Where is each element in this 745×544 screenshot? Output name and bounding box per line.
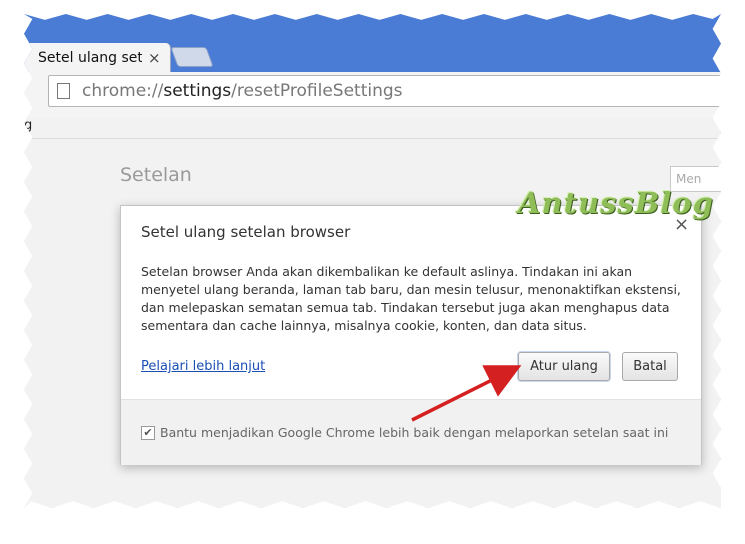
report-settings-checkbox[interactable]: ✔ <box>141 426 155 440</box>
tab-reset-settings[interactable]: Setel ulang setelan × <box>24 43 171 74</box>
url-text: chrome://settings/resetProfileSettings <box>82 81 403 101</box>
tab-close-icon[interactable]: × <box>148 49 161 67</box>
tab-title: Setel ulang setelan <box>38 50 142 66</box>
cancel-button[interactable]: Batal <box>622 352 678 381</box>
page-icon <box>57 83 70 99</box>
watermark-logo: AntussBlog <box>518 186 714 220</box>
url-scheme: chrome:// <box>82 81 164 101</box>
url-host: settings <box>163 81 232 101</box>
reset-settings-dialog: Setel ulang setelan browser × Setelan br… <box>120 205 702 465</box>
reset-button[interactable]: Atur ulang <box>518 352 610 381</box>
learn-more-link[interactable]: Pelajari lebih lanjut <box>141 359 265 374</box>
dialog-title: Setel ulang setelan browser <box>141 223 351 241</box>
address-bar[interactable]: chrome://settings/resetProfileSettings <box>48 75 721 107</box>
report-settings-label[interactable]: Bantu menjadikan Google Chrome lebih bai… <box>160 425 668 440</box>
dialog-footer: ✔ Bantu menjadikan Google Chrome lebih b… <box>121 399 701 465</box>
screenshot-frame: Setel ulang setelan × chrome://settings/… <box>24 14 721 508</box>
url-path: /resetProfileSettings <box>231 81 403 101</box>
dialog-body-text: Setelan browser Anda akan dikembalikan k… <box>141 264 681 333</box>
bookmark-bar-item[interactable]: g <box>24 118 32 133</box>
new-tab-button[interactable] <box>170 47 214 67</box>
page-title: Setelan <box>120 164 192 186</box>
